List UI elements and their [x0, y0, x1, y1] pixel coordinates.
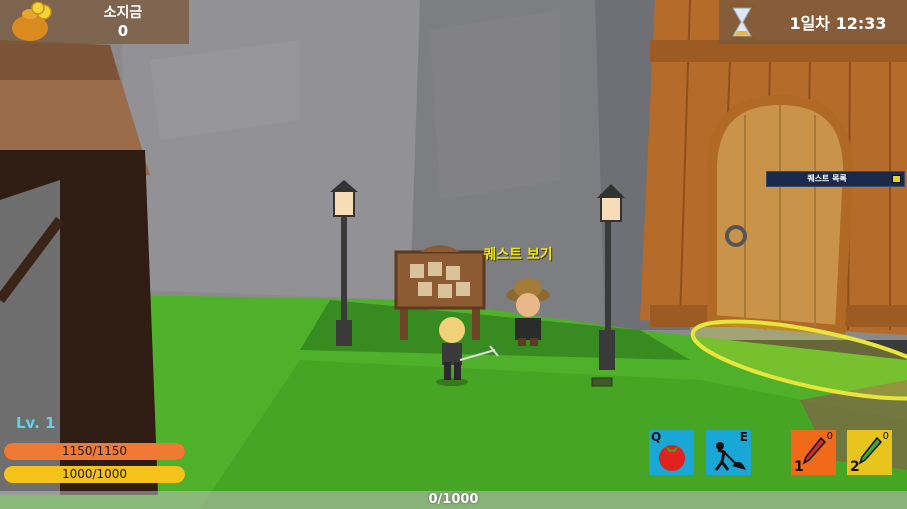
- quickslot-2[interactable]: 0 2: [847, 430, 892, 475]
- hp-text: 1150/1150: [61, 444, 128, 458]
- skill-slot-q[interactable]: Q: [649, 430, 694, 475]
- time-panel: 1일차 12:33: [719, 0, 907, 44]
- hourglass-icon: [729, 4, 755, 40]
- mp-bar: 1000/1000: [4, 466, 185, 483]
- mp-text: 1000/1000: [61, 467, 128, 481]
- quest-list-title: 퀘스트 목록: [807, 174, 847, 183]
- exp-bar: 0/1000: [0, 491, 907, 509]
- player-level: Lv. 1: [16, 414, 56, 432]
- red-pencil-icon: [802, 436, 827, 465]
- dig-icon: [714, 442, 746, 471]
- quickslot-count: 0: [882, 431, 889, 442]
- skill-slot-e[interactable]: E: [706, 430, 751, 475]
- gold-label: 소지금: [103, 5, 143, 21]
- game-scene: [0, 0, 907, 509]
- green-pencil-icon: [858, 436, 883, 465]
- gold-panel: 소지금 0: [0, 0, 189, 44]
- hp-bar: 1150/1150: [4, 443, 185, 460]
- exp-text: 0/1000: [428, 492, 479, 507]
- quest-list-toggle-button[interactable]: [892, 175, 901, 183]
- npc-quest-prompt[interactable]: 퀘스트 보기: [470, 244, 566, 264]
- quickslot-number: 2: [850, 459, 860, 475]
- day-time-text: 1일차 12:33: [789, 14, 887, 33]
- quickslot-1[interactable]: 0 1: [791, 430, 836, 475]
- quest-list-panel[interactable]: 퀘스트 목록: [766, 171, 905, 187]
- money-bag-icon: [12, 2, 52, 41]
- quickslot-number: 1: [794, 459, 804, 475]
- quickslot-count: 0: [826, 431, 833, 442]
- gold-value: 0: [117, 22, 129, 40]
- tomato-icon: [659, 445, 685, 471]
